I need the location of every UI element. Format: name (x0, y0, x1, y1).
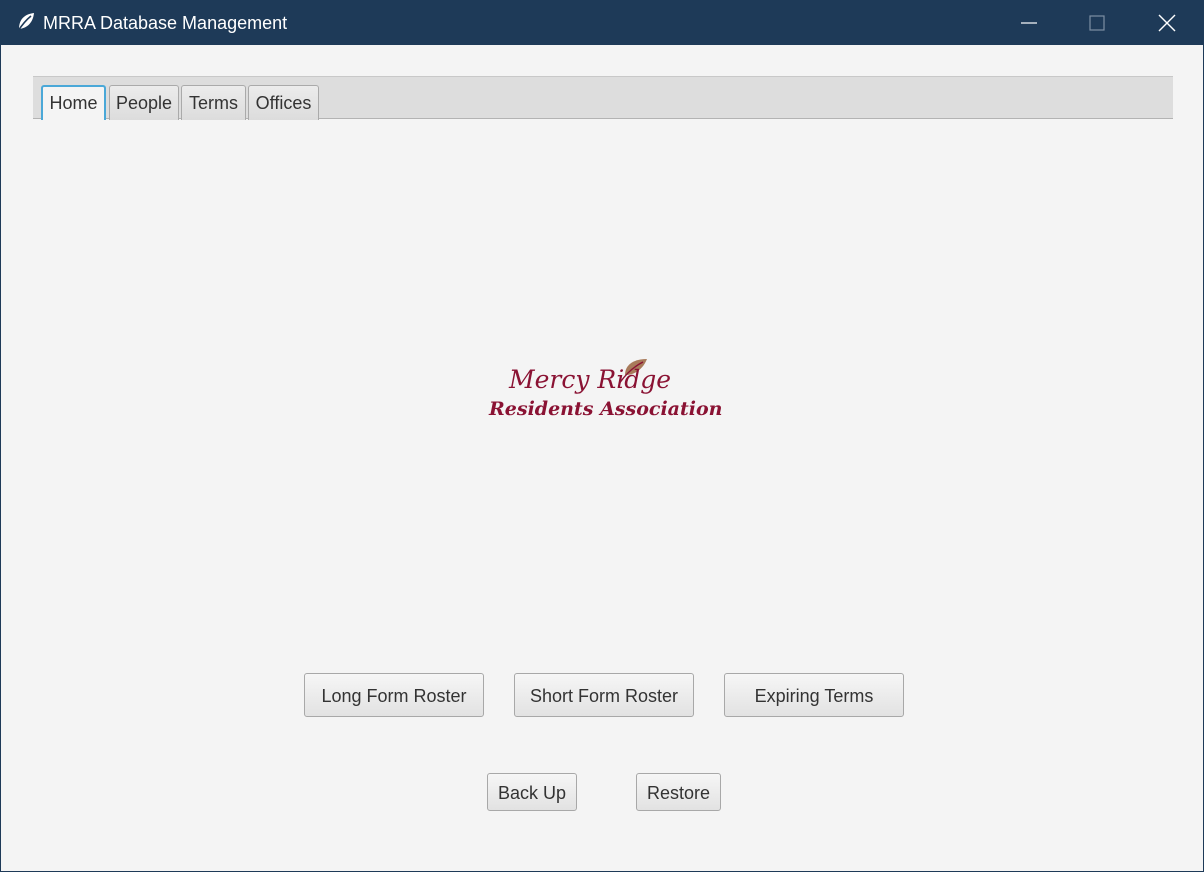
tab-bar: Home People Terms Offices (33, 76, 1173, 120)
tab-terms[interactable]: Terms (181, 85, 246, 120)
logo-subtitle: Residents Association (489, 398, 723, 420)
title-bar[interactable]: MRRA Database Management (1, 1, 1203, 45)
logo-title: Mercy Ridge (509, 365, 672, 394)
long-form-roster-button[interactable]: Long Form Roster (304, 673, 484, 717)
back-up-button[interactable]: Back Up (487, 773, 577, 811)
tab-home[interactable]: Home (41, 85, 106, 120)
window-title: MRRA Database Management (43, 13, 288, 33)
mercy-ridge-logo: Mercy Ridge Residents Association (481, 351, 731, 431)
close-button[interactable] (1133, 1, 1201, 45)
leaf-icon (15, 11, 37, 33)
maximize-button[interactable] (1063, 1, 1131, 45)
close-icon (1158, 14, 1176, 32)
tab-offices[interactable]: Offices (248, 85, 319, 120)
expiring-terms-button[interactable]: Expiring Terms (724, 673, 904, 717)
tab-people[interactable]: People (109, 85, 179, 120)
restore-button[interactable]: Restore (636, 773, 721, 811)
maximize-icon (1089, 15, 1105, 31)
app-window: MRRA Database Management Home People Ter… (0, 0, 1204, 872)
minimize-icon (1021, 22, 1037, 24)
minimize-button[interactable] (995, 1, 1063, 45)
short-form-roster-button[interactable]: Short Form Roster (514, 673, 694, 717)
